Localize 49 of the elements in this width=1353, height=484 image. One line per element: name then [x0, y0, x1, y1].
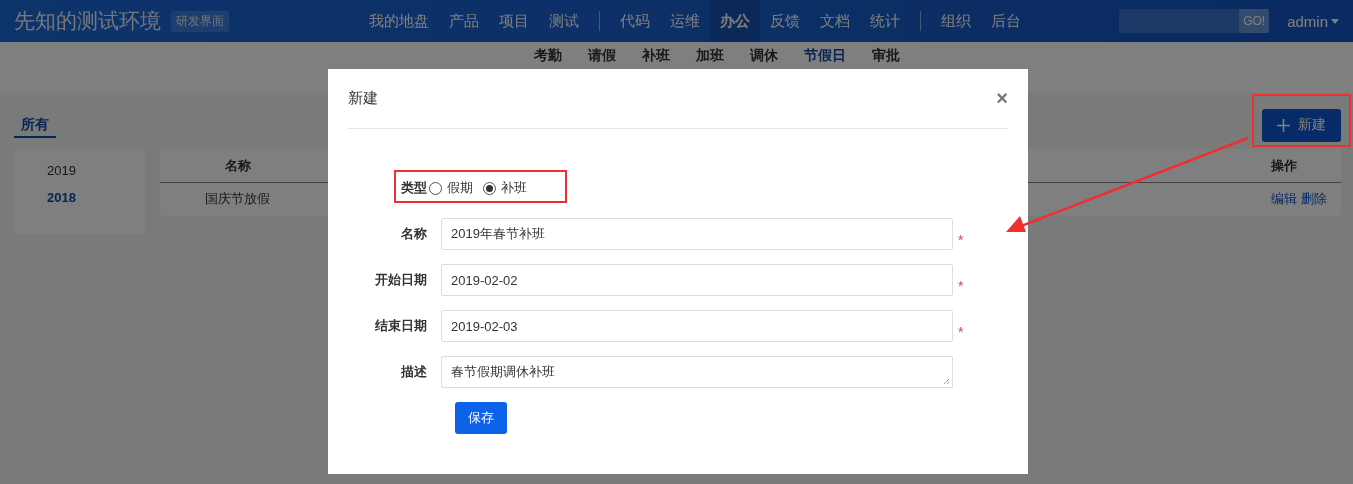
new-button[interactable]: 新建	[1262, 108, 1341, 142]
nav-item[interactable]: 文档	[810, 0, 860, 42]
column-header: 操作	[1271, 156, 1298, 175]
field-label: 描述	[400, 363, 428, 381]
input-field[interactable]: 2019年春节补班	[441, 218, 953, 250]
nav-item[interactable]: 代码	[610, 0, 660, 42]
field-label: 结束日期	[374, 317, 428, 335]
required-mark: *	[958, 232, 964, 248]
action-link[interactable]: 删除	[1301, 191, 1327, 206]
field-label: 开始日期	[374, 271, 428, 289]
nav-item[interactable]: 产品	[439, 0, 489, 42]
column-header: 名称	[223, 156, 252, 175]
nav-item[interactable]: 组织	[931, 0, 981, 42]
resize-grip-icon	[943, 378, 950, 385]
sub-nav-item[interactable]: 调休	[749, 47, 778, 65]
sub-nav-item[interactable]: 加班	[695, 47, 724, 65]
nav-item[interactable]: 反馈	[760, 0, 810, 42]
nav-item[interactable]: 项目	[489, 0, 539, 42]
user-menu[interactable]: admin	[1287, 12, 1339, 30]
action-link[interactable]: 编辑	[1271, 191, 1297, 206]
filter-tab[interactable]: 所有	[14, 113, 56, 138]
textarea-field[interactable]: 春节假期调休补班	[441, 356, 953, 388]
nav-item[interactable]: 测试	[539, 0, 589, 42]
sub-nav-item[interactable]: 请假	[587, 47, 616, 65]
sub-nav-item[interactable]: 节假日	[803, 47, 846, 65]
sub-nav-item[interactable]: 考勤	[533, 47, 562, 65]
input-field[interactable]: 2019-02-02	[441, 264, 953, 296]
year-item[interactable]: 2019	[47, 163, 145, 178]
input-field[interactable]: 2019-02-03	[441, 310, 953, 342]
field-label: 名称	[400, 225, 428, 243]
nav-item[interactable]: 统计	[860, 0, 910, 42]
required-mark: *	[958, 324, 964, 340]
sub-nav-item[interactable]: 审批	[871, 47, 900, 65]
caret-icon	[1331, 18, 1339, 24]
nav-item[interactable]: 我的地盘	[359, 0, 439, 42]
nav-item[interactable]: 运维	[660, 0, 710, 42]
nav-item[interactable]: 后台	[981, 0, 1031, 42]
modal-title: 新建	[348, 89, 378, 108]
radio-option[interactable]: 假期	[429, 179, 473, 197]
brand-title: 先知的测试环境	[14, 8, 161, 34]
plus-icon	[1277, 118, 1290, 132]
year-item[interactable]: 2018	[47, 190, 145, 205]
close-button[interactable]: ×	[996, 87, 1008, 110]
required-mark: *	[958, 278, 964, 294]
save-button[interactable]: 保存	[455, 402, 507, 434]
sub-nav-item[interactable]: 补班	[641, 47, 670, 65]
table-cell-text: 国庆节放假	[204, 190, 271, 208]
radio-option[interactable]: 补班	[483, 179, 527, 197]
field-label: 类型	[400, 179, 428, 197]
